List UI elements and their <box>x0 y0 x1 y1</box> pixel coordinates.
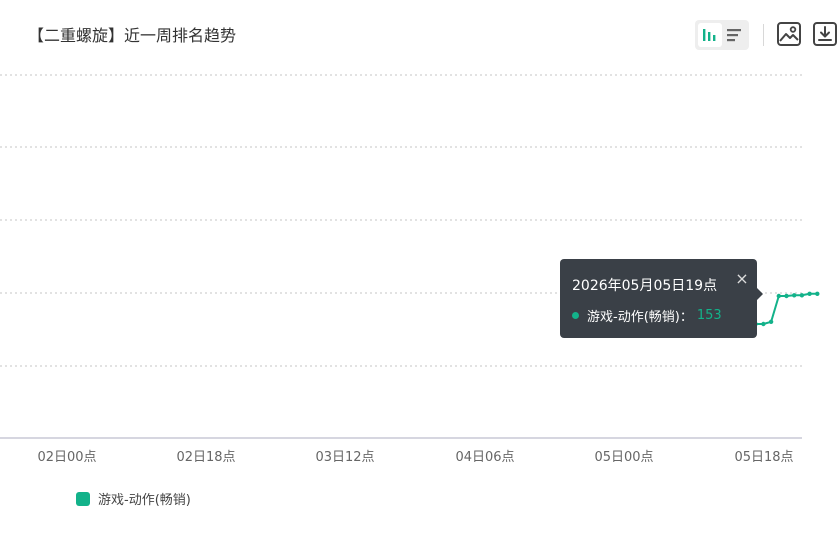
x-tick-label: 02日00点 <box>37 450 96 465</box>
x-tick-label: 02日18点 <box>176 450 235 465</box>
chart-tooltip: 2026年05月05日19点 × 游戏-动作(畅销)： 153 <box>560 259 763 338</box>
x-tick-label: 05日00点 <box>594 450 653 465</box>
tooltip-arrow <box>757 288 763 300</box>
legend-label: 游戏-动作(畅销) <box>98 493 191 508</box>
close-icon[interactable]: × <box>735 269 749 288</box>
x-tick-label: 05日18点 <box>734 450 793 465</box>
x-tick-label: 04日06点 <box>455 450 514 465</box>
data-point <box>792 293 797 298</box>
legend-item[interactable]: 游戏-动作(畅销) <box>76 489 191 508</box>
data-point <box>815 291 820 296</box>
data-point <box>776 293 781 299</box>
x-tick-label: 03日12点 <box>315 450 374 465</box>
tooltip-row: 游戏-动作(畅销)： 153 <box>572 306 722 325</box>
tooltip-series-name: 游戏-动作(畅销)： <box>587 310 693 325</box>
data-point <box>761 321 766 327</box>
data-point <box>784 293 789 299</box>
data-point <box>807 291 812 296</box>
data-point <box>799 293 805 298</box>
tooltip-value: 153 <box>696 308 722 323</box>
tooltip-series-dot <box>572 312 579 319</box>
tooltip-time: 2026年05月05日19点 <box>572 278 718 294</box>
legend-swatch <box>76 491 90 506</box>
data-point <box>768 319 774 324</box>
